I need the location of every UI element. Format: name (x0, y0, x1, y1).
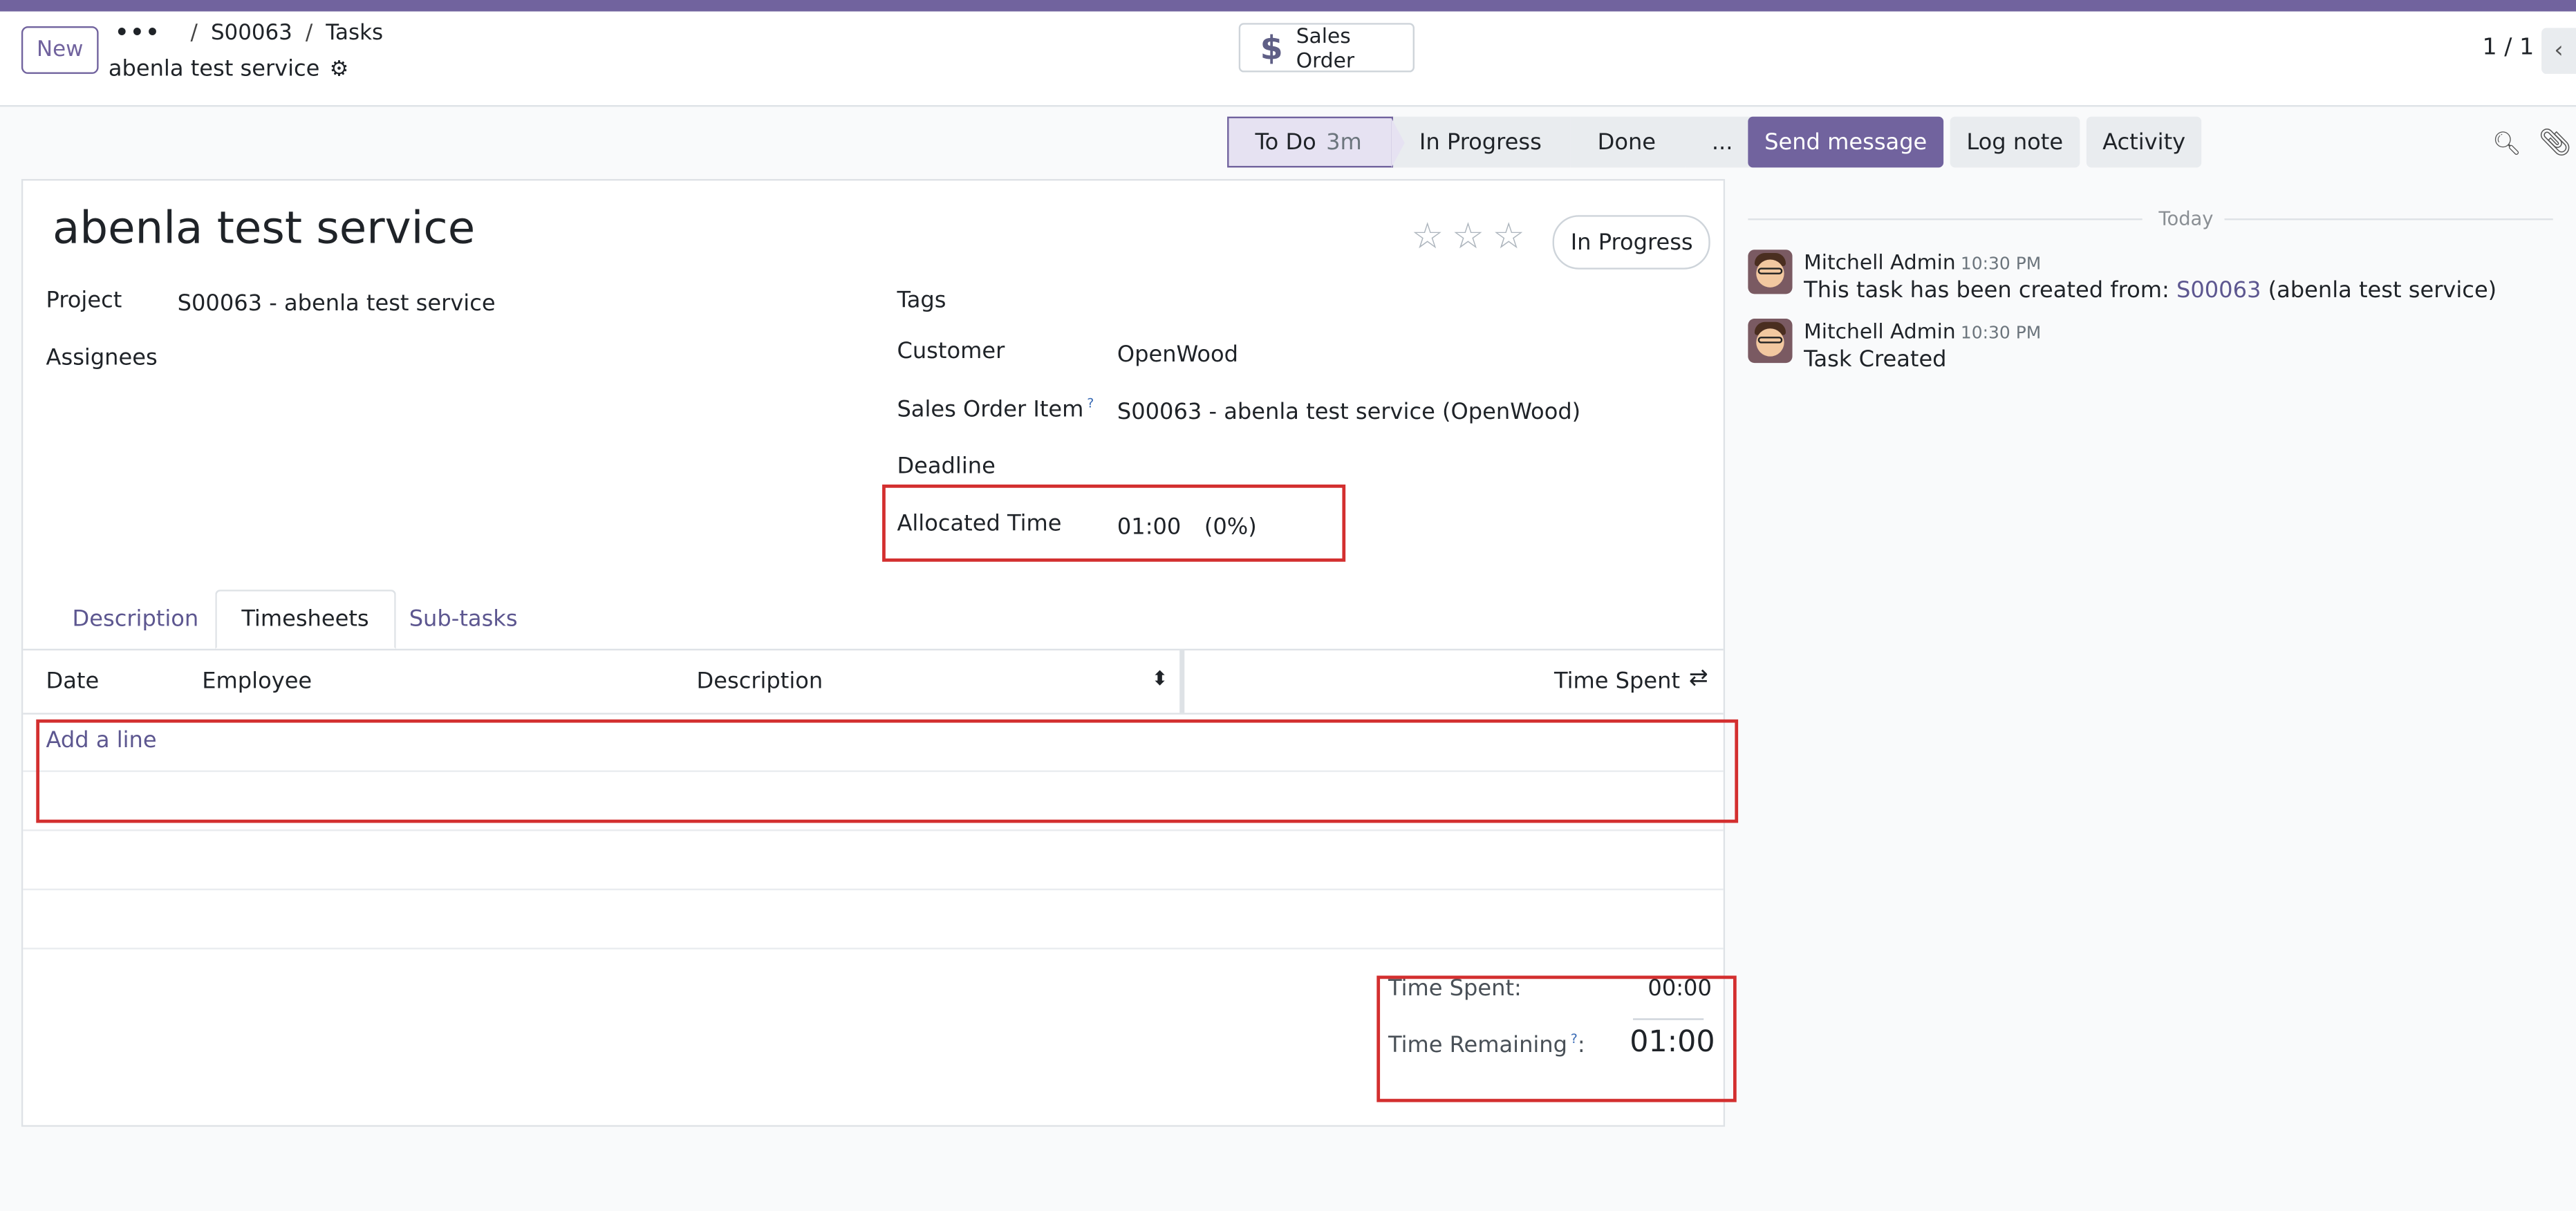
top-navbar-strip (0, 0, 2576, 12)
tags-label: Tags (897, 287, 946, 314)
chevron-left-icon[interactable]: ‹ (2541, 28, 2576, 74)
column-time-spent[interactable]: Time Spent (1554, 668, 1680, 695)
column-employee[interactable]: Employee (202, 668, 312, 695)
form-sheet: abenla test service ☆ ☆ ☆ In Progress Pr… (21, 179, 1739, 1127)
breadcrumb-more-icon[interactable]: ••• (115, 21, 160, 46)
timesheet-table-header: Date Employee Description ⬍ Time Spent ⇄ (23, 650, 1724, 715)
sales-order-item-field[interactable]: S00063 - abenla test service (OpenWood) (1117, 399, 1580, 425)
stage-done[interactable]: Done (1571, 116, 1699, 168)
message-link-sale-order[interactable]: S00063 (2176, 278, 2261, 304)
breadcrumb-item-sale-order[interactable]: S00063 (211, 21, 292, 46)
message-text: This task has been created from: (1804, 277, 2176, 304)
message-body: This task has been created from: S00063 … (1804, 278, 2496, 304)
highlight-totals (1376, 975, 1737, 1102)
chatter-date-separator: Today (1748, 207, 2553, 230)
star-icon[interactable]: ☆ (1452, 217, 1484, 258)
gear-icon[interactable]: ⚙ (330, 57, 349, 82)
message-author: Mitchell Admin 10:30 PM (1804, 319, 2041, 344)
stage-label: ... (1711, 129, 1733, 156)
customer-label: Customer (897, 338, 1005, 365)
date-separator-text: Today (2158, 207, 2214, 230)
customer-field[interactable]: OpenWood (1117, 341, 1238, 368)
star-icon[interactable]: ☆ (1493, 217, 1525, 258)
stage-label: To Do (1255, 129, 1316, 156)
table-row (23, 831, 1724, 890)
activity-button[interactable]: Activity (2086, 116, 2202, 168)
sort-icon[interactable]: ⬍ (1152, 667, 1168, 690)
highlight-allocated-time (882, 485, 1346, 562)
paperclip-icon[interactable]: 📎︎ (2538, 126, 2571, 158)
notebook-tabs: Description Timesheets Sub-tasks (23, 590, 1724, 651)
sales-order-item-label-text: Sales Order Item (897, 396, 1084, 423)
stage-label: In Progress (1419, 129, 1542, 156)
sales-order-item-label: Sales Order Item? (897, 396, 1094, 423)
author-name[interactable]: Mitchell Admin (1804, 319, 1956, 344)
message-text-suffix: (abenla test service) (2261, 277, 2497, 304)
pager-value[interactable]: 1 / 1 (2483, 35, 2535, 61)
project-field[interactable]: S00063 - abenla test service (178, 291, 496, 317)
message-author: Mitchell Admin 10:30 PM (1804, 250, 2041, 274)
chatter-topbar: Send message Log note Activity (1748, 116, 2202, 168)
search-icon[interactable]: 🔍︎ (2492, 131, 2521, 158)
column-resize-handle[interactable] (1179, 650, 1185, 713)
table-row (23, 890, 1724, 950)
message-text: Task Created (1804, 346, 1947, 373)
new-button[interactable]: New (21, 26, 99, 74)
stage-todo[interactable]: To Do 3m (1227, 116, 1405, 168)
log-note-button[interactable]: Log note (1950, 116, 2080, 168)
breadcrumb-item-tasks[interactable]: Tasks (326, 21, 383, 46)
record-title: abenla test service ⚙ (109, 56, 349, 82)
star-icon[interactable]: ☆ (1411, 217, 1444, 258)
assignees-label: Assignees (46, 345, 158, 372)
control-panel: New ••• / S00063 / Tasks abenla test ser… (0, 11, 2576, 107)
tab-sub-tasks[interactable]: Sub-tasks (384, 590, 542, 649)
help-tooltip-icon[interactable]: ? (1087, 396, 1094, 411)
smart-button-label: Sales Order (1296, 23, 1355, 73)
author-name[interactable]: Mitchell Admin (1804, 250, 1956, 274)
tab-timesheets[interactable]: Timesheets (215, 590, 395, 649)
message-time: 10:30 PM (1960, 254, 2042, 274)
sales-order-smart-button[interactable]: $ Sales Order (1238, 23, 1415, 73)
record-title-text: abenla test service (108, 55, 320, 82)
task-stage-statusbar: To Do 3m In Progress Done ... (1227, 116, 1763, 168)
project-label: Project (46, 287, 122, 314)
deadline-label: Deadline (897, 453, 996, 480)
task-title[interactable]: abenla test service (53, 204, 475, 255)
avatar[interactable] (1748, 250, 1793, 294)
state-selection-button[interactable]: In Progress (1552, 215, 1711, 270)
breadcrumb: ••• / S00063 / Tasks (115, 21, 384, 46)
priority-stars: ☆ ☆ ☆ (1411, 217, 1524, 258)
message-time: 10:30 PM (1960, 323, 2042, 344)
stage-in-progress[interactable]: In Progress (1392, 116, 1585, 168)
avatar[interactable] (1748, 318, 1793, 364)
dollar-icon: $ (1260, 28, 1283, 68)
column-description[interactable]: Description (697, 668, 823, 695)
stage-label: Done (1597, 129, 1656, 156)
optional-columns-icon[interactable]: ⇄ (1689, 665, 1708, 691)
send-message-button[interactable]: Send message (1748, 116, 1944, 168)
message-body: Task Created (1804, 346, 1946, 373)
stage-duration: 3m (1326, 129, 1362, 156)
tab-description[interactable]: Description (48, 590, 223, 649)
highlight-add-line (36, 719, 1739, 823)
column-date[interactable]: Date (46, 668, 100, 695)
